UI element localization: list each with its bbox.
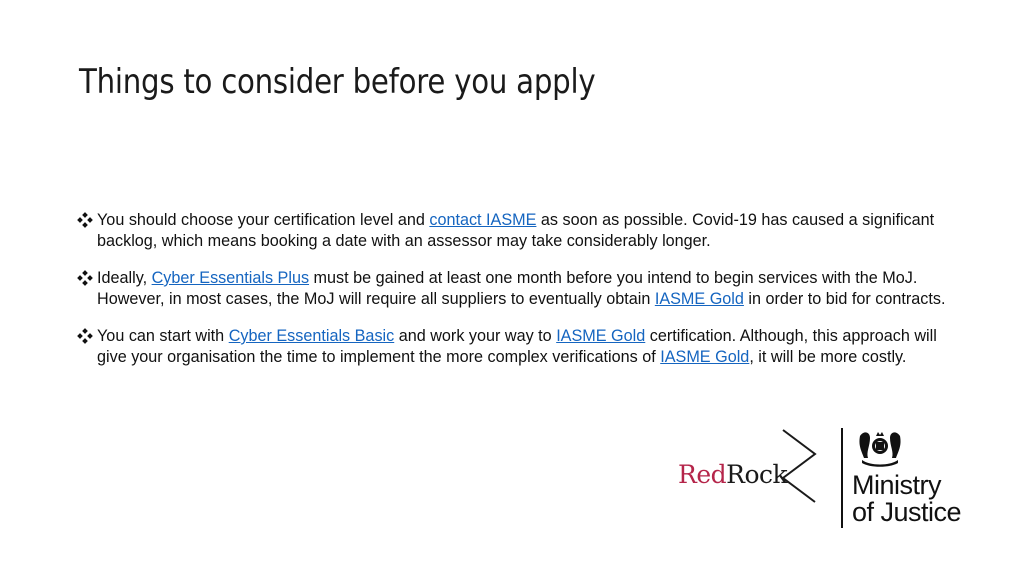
bullet-text-segment: , it will be more costly. <box>749 348 907 366</box>
slide-title: Things to consider before you apply <box>79 62 596 102</box>
cyber-essentials-basic-link[interactable]: Cyber Essentials Basic <box>229 327 395 345</box>
chevron-logo-icon <box>781 429 817 503</box>
bullet-text-segment: in order to bid for contracts. <box>743 290 946 308</box>
iasme-gold-link[interactable]: IASME Gold <box>660 348 749 366</box>
diamond-bullet-icon <box>77 212 93 228</box>
bullet-item: You should choose your certification lev… <box>77 210 957 252</box>
iasme-gold-link[interactable]: IASME Gold <box>655 290 744 308</box>
logos: RedRock Ministry of Justice <box>675 424 975 534</box>
moj-line1: Ministry <box>852 470 942 500</box>
bullet-text: You can start with Cyber Essentials Basi… <box>97 327 937 366</box>
redrock-logo: RedRock <box>675 424 825 534</box>
iasme-gold-link[interactable]: IASME Gold <box>556 327 645 345</box>
contact-iasme-link[interactable]: contact IASME <box>429 211 536 229</box>
diamond-bullet-icon <box>77 328 93 344</box>
moj-divider <box>841 428 843 528</box>
bullet-text-segment: You can start with <box>97 327 229 345</box>
bullet-item: Ideally, Cyber Essentials Plus must be g… <box>77 268 957 310</box>
bullet-text: You should choose your certification lev… <box>97 211 934 250</box>
bullet-text-segment: and work your way to <box>394 327 557 345</box>
cyber-essentials-plus-link[interactable]: Cyber Essentials Plus <box>152 269 309 287</box>
moj-logo: Ministry of Justice <box>840 424 980 534</box>
bullet-text-segment: You should choose your certification lev… <box>97 211 430 229</box>
bullet-text: Ideally, Cyber Essentials Plus must be g… <box>97 269 945 308</box>
bullet-list: You should choose your certification lev… <box>77 210 957 384</box>
diamond-bullet-icon <box>77 270 93 286</box>
moj-line2: of Justice <box>852 497 962 527</box>
bullet-text-segment: Ideally, <box>97 269 152 287</box>
bullet-item: You can start with Cyber Essentials Basi… <box>77 326 957 368</box>
royal-crest-icon <box>859 432 901 467</box>
